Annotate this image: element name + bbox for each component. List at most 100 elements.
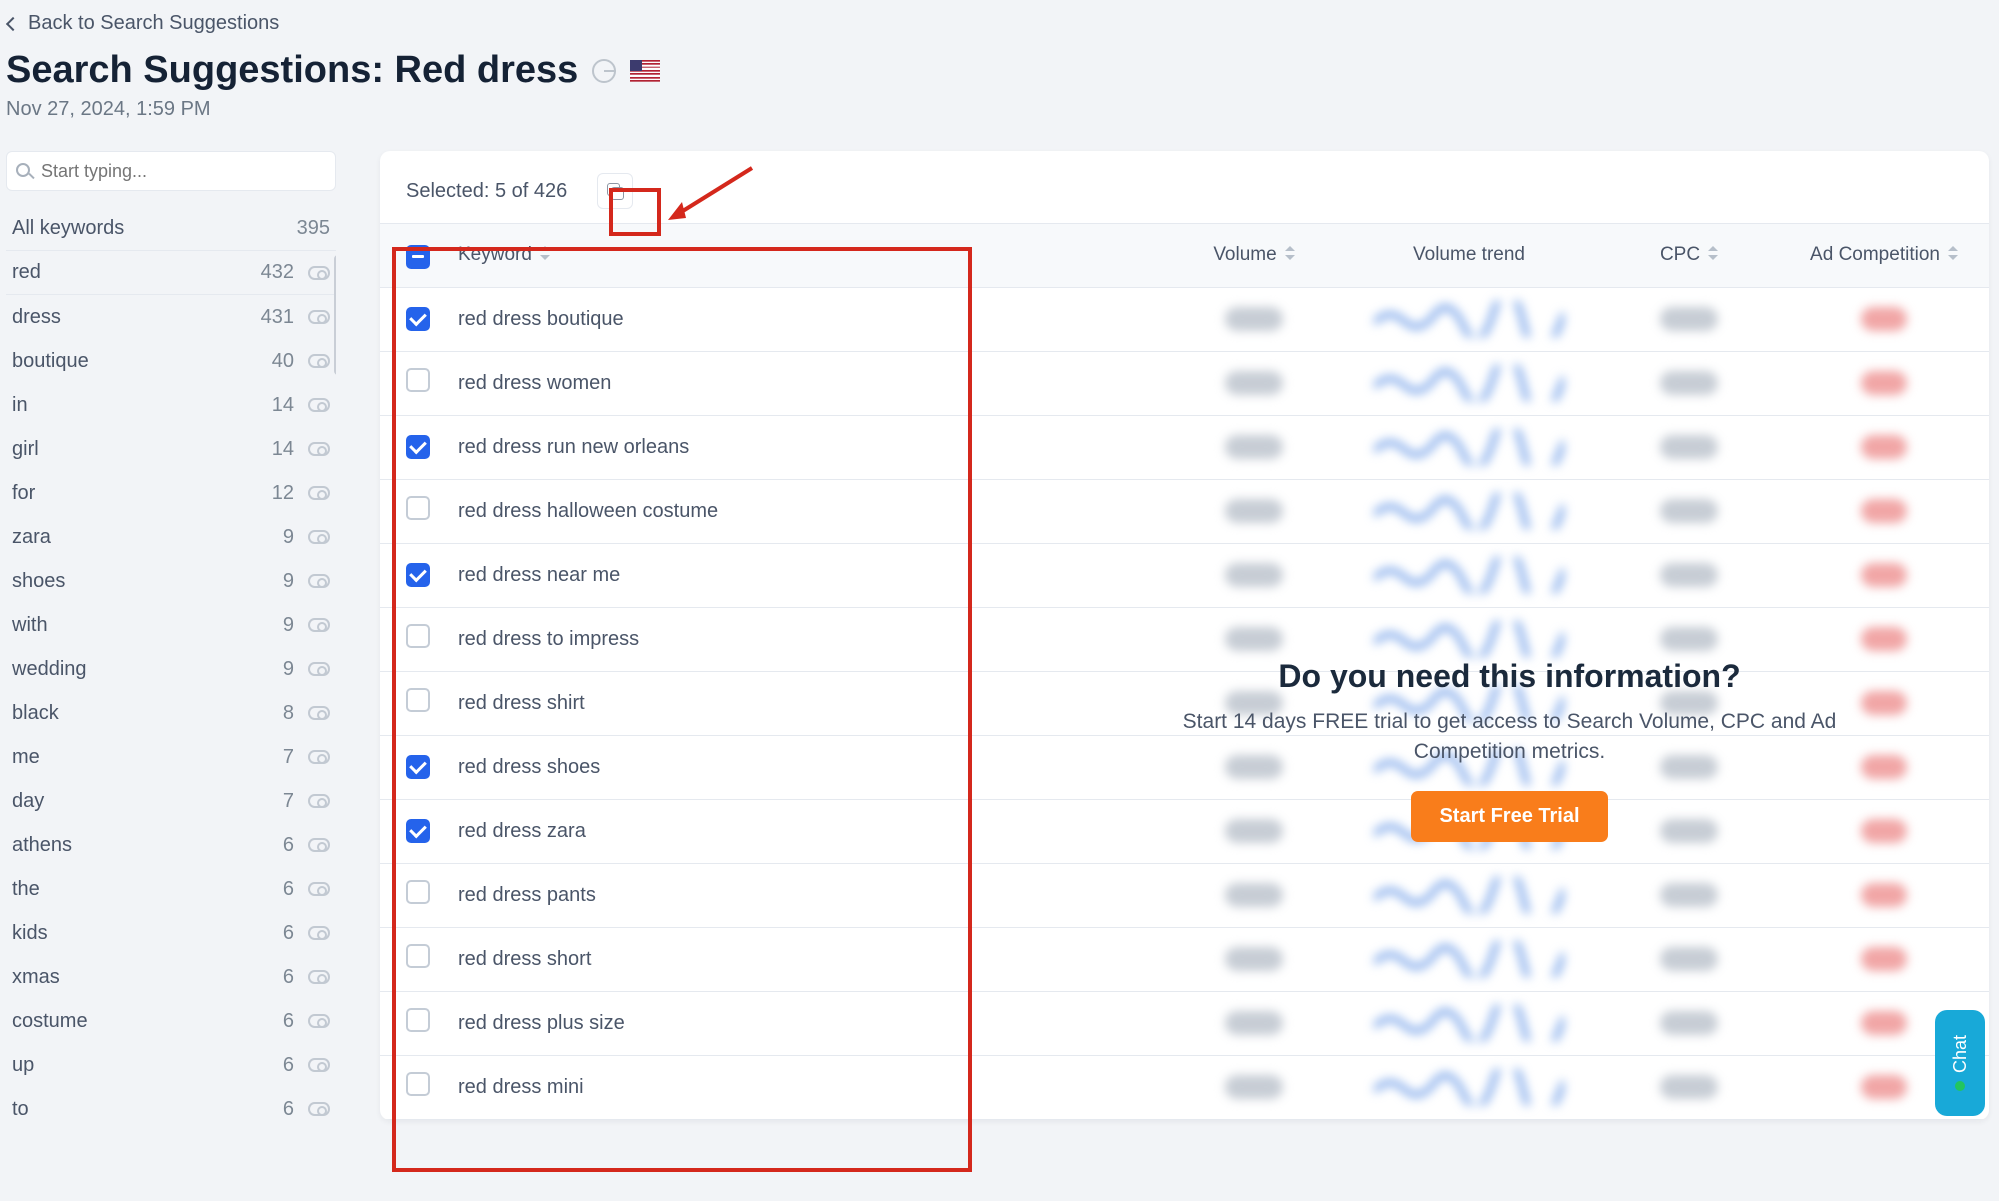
eye-icon[interactable] bbox=[308, 750, 330, 764]
col-volume[interactable]: Volume bbox=[1169, 224, 1339, 288]
eye-icon[interactable] bbox=[308, 882, 330, 896]
filter-label: day bbox=[12, 790, 44, 813]
keyword-filter-item[interactable]: boutique40 bbox=[6, 339, 336, 383]
eye-icon[interactable] bbox=[308, 794, 330, 808]
keyword-cell[interactable]: red dress short bbox=[458, 948, 591, 970]
eye-icon[interactable] bbox=[308, 574, 330, 588]
keyword-filter-item[interactable]: red432 bbox=[6, 251, 336, 295]
start-free-trial-button[interactable]: Start Free Trial bbox=[1411, 791, 1607, 842]
keyword-filter-item[interactable]: dress431 bbox=[6, 295, 336, 339]
keyword-cell[interactable]: red dress to impress bbox=[458, 628, 639, 650]
keyword-cell[interactable]: red dress zara bbox=[458, 820, 586, 842]
keyword-filter-item[interactable]: wedding9 bbox=[6, 647, 336, 691]
eye-icon[interactable] bbox=[308, 926, 330, 940]
back-link[interactable]: Back to Search Suggestions bbox=[6, 6, 281, 39]
eye-icon[interactable] bbox=[308, 662, 330, 676]
col-cpc[interactable]: CPC bbox=[1599, 224, 1779, 288]
row-checkbox[interactable] bbox=[406, 624, 430, 648]
keyword-cell[interactable]: red dress women bbox=[458, 372, 611, 394]
keyword-filter-item[interactable]: up6 bbox=[6, 1043, 336, 1087]
keyword-cell[interactable]: red dress run new orleans bbox=[458, 436, 689, 458]
eye-icon[interactable] bbox=[308, 486, 330, 500]
keyword-cell[interactable]: red dress boutique bbox=[458, 308, 624, 330]
row-checkbox[interactable] bbox=[406, 944, 430, 968]
keyword-filter-item[interactable]: athens6 bbox=[6, 823, 336, 867]
keyword-cell[interactable]: red dress plus size bbox=[458, 1012, 625, 1034]
keyword-cell[interactable]: red dress halloween costume bbox=[458, 500, 718, 522]
eye-icon[interactable] bbox=[308, 838, 330, 852]
row-checkbox[interactable] bbox=[406, 368, 430, 392]
keyword-filter-item[interactable]: costume6 bbox=[6, 999, 336, 1043]
sort-icon bbox=[1708, 246, 1718, 260]
eye-icon[interactable] bbox=[308, 1102, 330, 1116]
row-checkbox[interactable] bbox=[406, 1008, 430, 1032]
row-checkbox[interactable] bbox=[406, 755, 430, 779]
keyword-filter-item[interactable]: black8 bbox=[6, 691, 336, 735]
blurred-volume bbox=[1225, 307, 1283, 331]
filter-label: me bbox=[12, 746, 40, 769]
keyword-filter-item[interactable]: to6 bbox=[6, 1087, 336, 1131]
table-row: red dress halloween costume bbox=[380, 479, 1989, 543]
keyword-filter-item[interactable]: me7 bbox=[6, 735, 336, 779]
search-input[interactable] bbox=[6, 151, 336, 191]
eye-icon[interactable] bbox=[308, 398, 330, 412]
table-row: red dress near me bbox=[380, 543, 1989, 607]
row-checkbox[interactable] bbox=[406, 435, 430, 459]
eye-icon[interactable] bbox=[308, 442, 330, 456]
chat-button[interactable]: Chat bbox=[1935, 1010, 1985, 1116]
scrollbar-thumb[interactable] bbox=[334, 255, 336, 375]
row-checkbox[interactable] bbox=[406, 1072, 430, 1096]
row-checkbox[interactable] bbox=[406, 563, 430, 587]
blurred-trend bbox=[1374, 877, 1564, 913]
row-checkbox[interactable] bbox=[406, 688, 430, 712]
keyword-cell[interactable]: red dress shirt bbox=[458, 692, 585, 714]
title-prefix: Search Suggestions: bbox=[6, 49, 395, 91]
eye-icon[interactable] bbox=[308, 310, 330, 324]
keyword-cell[interactable]: red dress near me bbox=[458, 564, 620, 586]
eye-icon[interactable] bbox=[308, 706, 330, 720]
keyword-filter-item[interactable]: shoes9 bbox=[6, 559, 336, 603]
eye-icon[interactable] bbox=[308, 970, 330, 984]
keyword-filter-all[interactable]: All keywords 395 bbox=[6, 207, 336, 251]
eye-icon[interactable] bbox=[308, 266, 330, 280]
eye-icon[interactable] bbox=[308, 354, 330, 368]
blurred-cpc bbox=[1660, 1011, 1718, 1035]
keyword-filter-item[interactable]: day7 bbox=[6, 779, 336, 823]
filter-label: zara bbox=[12, 526, 51, 549]
filter-label: athens bbox=[12, 834, 72, 857]
col-ad-competition[interactable]: Ad Competition bbox=[1779, 224, 1989, 288]
blurred-trend bbox=[1374, 1069, 1564, 1105]
filter-label: boutique bbox=[12, 350, 89, 373]
row-checkbox[interactable] bbox=[406, 307, 430, 331]
keyword-filter-item[interactable]: for12 bbox=[6, 471, 336, 515]
row-checkbox[interactable] bbox=[406, 819, 430, 843]
eye-icon[interactable] bbox=[308, 618, 330, 632]
copy-selected-button[interactable] bbox=[597, 173, 633, 209]
keyword-filter-item[interactable]: girl14 bbox=[6, 427, 336, 471]
keyword-filter-item[interactable]: with9 bbox=[6, 603, 336, 647]
eye-icon[interactable] bbox=[308, 1014, 330, 1028]
keyword-cell[interactable]: red dress shoes bbox=[458, 756, 600, 778]
select-all-checkbox[interactable] bbox=[406, 245, 430, 269]
eye-icon[interactable] bbox=[308, 530, 330, 544]
keyword-filter-item[interactable]: xmas6 bbox=[6, 955, 336, 999]
keyword-filter-item[interactable]: the6 bbox=[6, 867, 336, 911]
paywall-text: Start 14 days FREE trial to get access t… bbox=[1140, 707, 1880, 768]
blurred-trend bbox=[1374, 301, 1564, 337]
eye-icon[interactable] bbox=[308, 1058, 330, 1072]
google-icon bbox=[592, 59, 616, 83]
keyword-cell[interactable]: red dress pants bbox=[458, 884, 596, 906]
keyword-filter-item[interactable]: kids6 bbox=[6, 911, 336, 955]
keyword-filter-item[interactable]: in14 bbox=[6, 383, 336, 427]
blurred-trend bbox=[1374, 621, 1564, 657]
col-keyword[interactable]: Keyword bbox=[444, 224, 1169, 288]
row-checkbox[interactable] bbox=[406, 880, 430, 904]
selected-count: Selected: 5 of 426 bbox=[406, 180, 567, 203]
search-icon bbox=[16, 163, 30, 177]
filter-label: red bbox=[12, 261, 41, 284]
blurred-competition bbox=[1861, 947, 1907, 971]
blurred-volume bbox=[1225, 947, 1283, 971]
row-checkbox[interactable] bbox=[406, 496, 430, 520]
keyword-filter-item[interactable]: zara9 bbox=[6, 515, 336, 559]
keyword-cell[interactable]: red dress mini bbox=[458, 1076, 584, 1098]
